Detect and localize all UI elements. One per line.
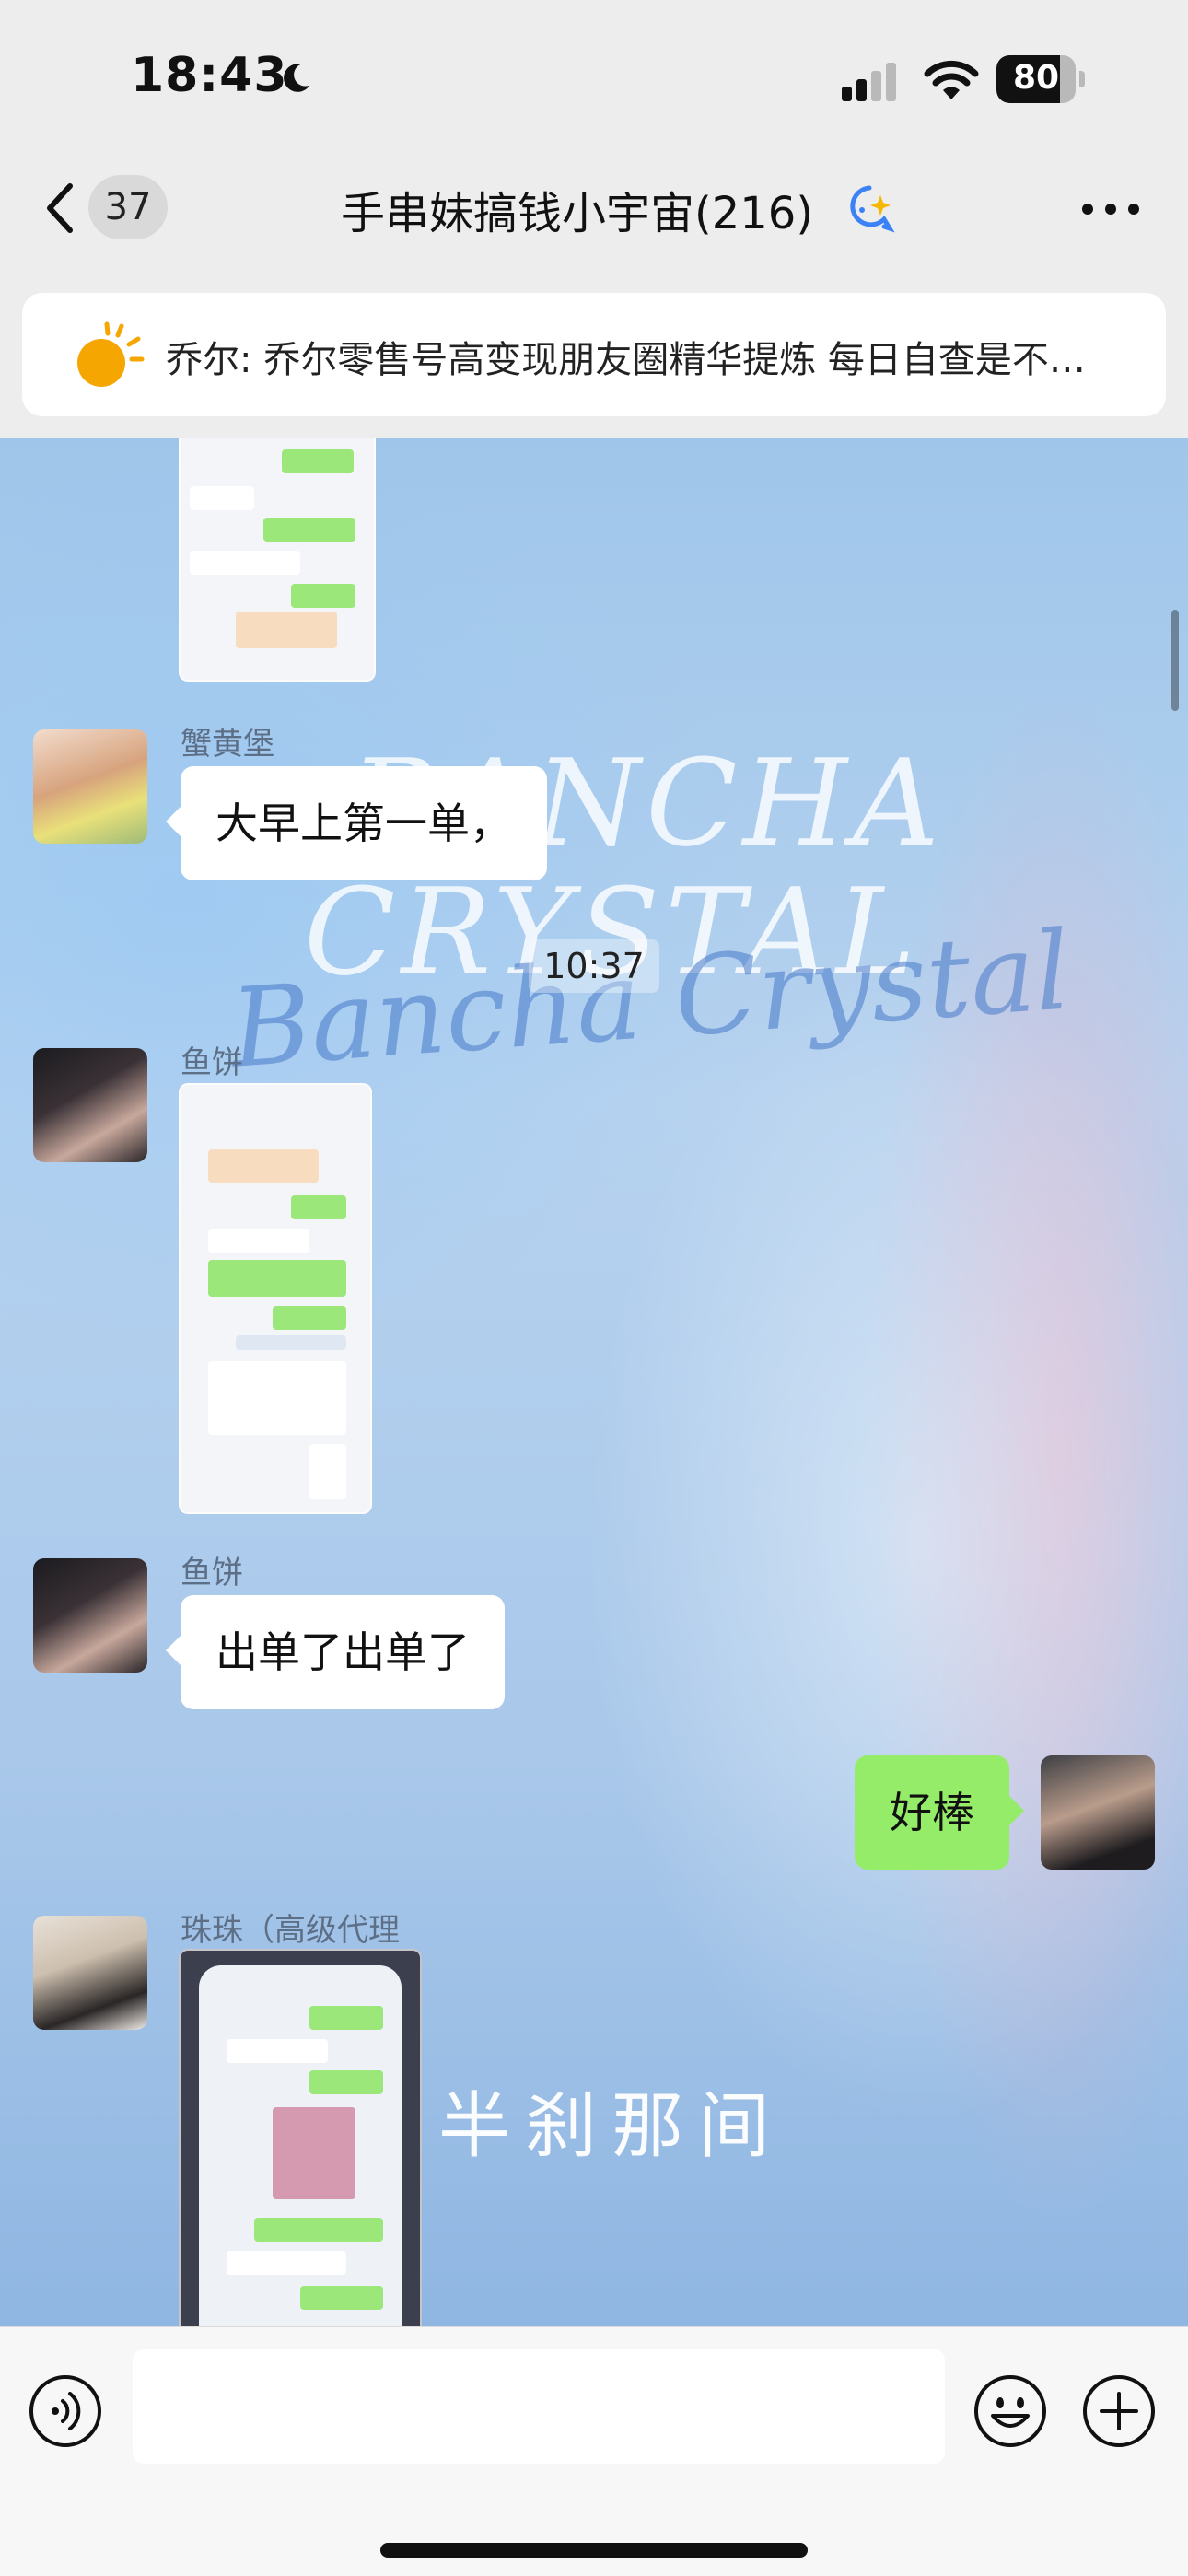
moon-icon	[284, 64, 310, 92]
message-bubble[interactable]: 出单了出单了	[166, 1595, 505, 1709]
avatar[interactable]	[33, 729, 147, 844]
chat-area[interactable]: BANCHA CRYSTAL Bancha Crystal 半刹那间 蟹黄堡 大…	[0, 438, 1188, 2326]
voice-icon[interactable]	[28, 2373, 103, 2449]
battery-icon: 80	[996, 55, 1085, 103]
self-avatar[interactable]	[1041, 1755, 1155, 1870]
status-time: 18:43	[131, 48, 288, 103]
unread-count-badge[interactable]: 37	[88, 175, 168, 239]
scrollbar[interactable]	[1171, 610, 1179, 711]
sender-name: 蟹黄堡	[181, 726, 274, 763]
message-input[interactable]	[133, 2349, 945, 2464]
image-message[interactable]	[179, 438, 376, 682]
avatar[interactable]	[33, 1048, 147, 1162]
self-message-bubble[interactable]: 好棒	[855, 1755, 1024, 1870]
pinned-message[interactable]: 乔尔: 乔尔零售号高变现朋友圈精华提炼 每日自查是不…	[22, 293, 1166, 416]
plus-icon[interactable]	[1081, 2373, 1157, 2449]
message-time: 10:37	[529, 939, 659, 993]
avatar[interactable]	[33, 1558, 147, 1673]
background-cn-text: 半刹那间	[438, 2085, 786, 2168]
cellular-signal-icon	[842, 63, 896, 101]
emoji-icon[interactable]	[973, 2373, 1048, 2449]
input-bar	[0, 2326, 1188, 2576]
chat-title: 手串妹搞钱小宇宙(216)	[341, 188, 814, 239]
chevron-left-icon[interactable]	[41, 181, 77, 236]
pinned-message-text: 乔尔: 乔尔零售号高变现朋友圈精华提炼 每日自查是不…	[166, 339, 1086, 381]
battery-level: 80	[1012, 59, 1060, 97]
chat-header: 37 手串妹搞钱小宇宙(216)	[0, 157, 1188, 286]
wifi-icon	[924, 60, 979, 99]
image-message[interactable]	[179, 1949, 422, 2326]
ai-chat-icon[interactable]	[844, 182, 895, 234]
sun-icon	[77, 321, 145, 387]
home-indicator[interactable]	[380, 2543, 808, 2558]
image-message[interactable]	[179, 1083, 372, 1514]
sender-name: 鱼饼	[181, 1044, 243, 1081]
sender-name: 鱼饼	[181, 1555, 243, 1591]
status-bar: 18:43 80	[0, 0, 1188, 157]
avatar[interactable]	[33, 1916, 147, 2030]
sender-name: 珠珠（高级代理	[181, 1912, 400, 1949]
message-bubble[interactable]: 大早上第一单，	[166, 766, 547, 880]
more-dots-icon[interactable]	[1081, 203, 1140, 216]
